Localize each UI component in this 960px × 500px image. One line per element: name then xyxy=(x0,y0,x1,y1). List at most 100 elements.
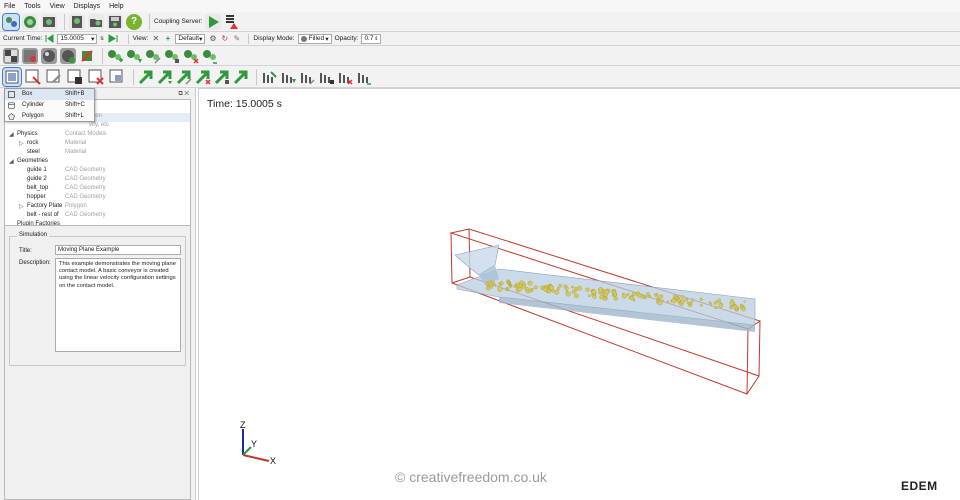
x-axis-label: X xyxy=(270,456,276,466)
edit-factory-button[interactable] xyxy=(176,68,192,85)
sphere-add-button[interactable] xyxy=(60,47,76,64)
copy-factory-button[interactable] xyxy=(214,68,230,85)
tree-row-rock[interactable]: ▷ rock Material xyxy=(5,140,190,149)
creator-mode-button[interactable] xyxy=(2,12,20,31)
tree-row-guide-2[interactable]: guide 2 CAD Geometry xyxy=(5,176,190,185)
simulator-mode-button[interactable] xyxy=(22,13,38,30)
particle xyxy=(666,300,670,304)
box-geometry-icon xyxy=(5,70,19,83)
particle-copy-button[interactable] xyxy=(164,47,180,64)
edit-view-button[interactable]: ✎ xyxy=(232,34,241,43)
coupling-status-button[interactable] xyxy=(224,13,241,30)
coupling-server-label: Coupling Server: xyxy=(154,18,203,25)
title-field[interactable]: Moving Plane Example xyxy=(55,245,181,255)
display-mode-select[interactable]: Filled ▾ xyxy=(297,33,332,44)
particle-edit-button[interactable] xyxy=(145,47,161,64)
copy-geometry-button[interactable] xyxy=(66,67,84,86)
particle xyxy=(735,307,739,311)
tree-row-physics[interactable]: ◢ Physics Contact Models xyxy=(5,131,190,140)
delete-geometry-button[interactable] xyxy=(87,67,105,86)
tree-row-partial[interactable]: vity, etc xyxy=(5,122,190,131)
add-plugin-button[interactable] xyxy=(261,68,277,85)
current-time-select[interactable]: 15.0005 ▾ xyxy=(57,33,98,44)
export-factory-button[interactable] xyxy=(233,68,249,85)
remove-view-button[interactable]: ✕ xyxy=(151,34,160,43)
save-file-button[interactable] xyxy=(107,13,123,30)
particle xyxy=(684,298,689,302)
menu-item-polygon[interactable]: Polygon Shift+L xyxy=(5,111,94,122)
add-factory-button[interactable] xyxy=(138,68,154,85)
help-button[interactable]: ? xyxy=(126,13,142,30)
tree-row-guide-1[interactable]: guide 1 CAD Geometry xyxy=(5,167,190,176)
start-coupling-button[interactable] xyxy=(205,13,222,30)
edit-plugin-button[interactable] xyxy=(299,68,315,85)
factory-toolbar xyxy=(0,66,960,88)
export-plugin-button[interactable] xyxy=(356,68,372,85)
edit-geometry-button[interactable] xyxy=(45,67,63,86)
view-select[interactable]: Default ▾ xyxy=(175,33,206,44)
current-time-value: 15.0005 xyxy=(60,35,84,42)
description-field[interactable]: This example demonstrates the moving pla… xyxy=(55,258,181,352)
particle xyxy=(648,295,652,299)
view-settings-button[interactable]: ⚙ xyxy=(208,34,217,43)
tree-row-factory-plate[interactable]: ▷ Factory Plate Polygon xyxy=(5,203,190,212)
tree-row-belt-rest[interactable]: belt - rest of CAD Geometry xyxy=(5,212,190,221)
particle xyxy=(509,284,513,288)
particle-add-button[interactable] xyxy=(107,47,123,64)
copy-plugin-button[interactable] xyxy=(318,68,334,85)
menu-file[interactable]: File xyxy=(4,3,15,10)
tree-row-belt-top[interactable]: belt_top CAD Geometry xyxy=(5,185,190,194)
pattern-button[interactable] xyxy=(79,47,95,64)
export-geometry-button[interactable] xyxy=(108,67,126,86)
geometry-toolbar xyxy=(0,46,960,66)
delete-plugin-button[interactable] xyxy=(337,68,353,85)
opacity-spinbox[interactable]: 0.7 ⇕ xyxy=(361,33,382,44)
sphere-geometry-button[interactable] xyxy=(41,47,57,64)
3d-viewport[interactable]: Time: 15.0005 s Z Y X © creativefreedom.… xyxy=(198,88,960,500)
menu-help[interactable]: Help xyxy=(109,3,123,10)
analyst-mode-button[interactable] xyxy=(41,13,57,30)
tree-row-hopper[interactable]: hopper CAD Geometry xyxy=(5,194,190,203)
particle xyxy=(680,299,685,304)
geometry-button[interactable] xyxy=(3,47,19,64)
menu-tools[interactable]: Tools xyxy=(24,3,40,10)
particle-import-button[interactable] xyxy=(126,47,142,64)
separator xyxy=(133,68,134,85)
view-label: View: xyxy=(132,35,149,42)
particle xyxy=(653,293,657,297)
time-up-down[interactable] xyxy=(107,34,121,43)
panel-dock-buttons[interactable]: ⧉ ✕ xyxy=(178,91,189,98)
import-geometry-button[interactable] xyxy=(24,67,42,86)
new-file-icon xyxy=(72,15,82,28)
folder-open-icon xyxy=(90,18,102,27)
open-file-button[interactable] xyxy=(88,13,104,30)
particle xyxy=(644,296,647,300)
edem-logo: EDEM xyxy=(901,479,938,493)
delete-factory-button[interactable] xyxy=(195,68,211,85)
y-axis-label: Y xyxy=(251,439,257,449)
tree-row-steel[interactable]: steel Material xyxy=(5,149,190,158)
add-geometry-dropdown-button[interactable] xyxy=(2,66,22,87)
arrow-up-right-icon xyxy=(138,70,153,84)
menu-item-box[interactable]: Box Shift+B xyxy=(5,89,94,100)
particle-export-button[interactable] xyxy=(202,47,218,64)
first-frame-button[interactable] xyxy=(45,34,54,43)
menu-displays[interactable]: Displays xyxy=(74,3,100,10)
particle xyxy=(486,283,490,287)
particle-delete-button[interactable] xyxy=(183,47,199,64)
plus-icon: + xyxy=(165,34,171,43)
import-plugin-button[interactable] xyxy=(280,68,296,85)
particle xyxy=(646,292,650,296)
tree-row-geometries[interactable]: ◢ Geometries xyxy=(5,158,190,167)
reset-view-button[interactable]: ↻ xyxy=(220,34,229,43)
new-file-button[interactable] xyxy=(69,13,85,30)
tree-row-type: CAD Geometry xyxy=(65,194,106,200)
sphere-icon xyxy=(300,35,307,42)
add-view-button[interactable]: + xyxy=(163,34,172,43)
menu-view[interactable]: View xyxy=(50,3,65,10)
analyst-icon xyxy=(43,16,55,27)
menu-item-cylinder[interactable]: Cylinder Shift+C xyxy=(5,100,94,111)
tree-row-type: Polygon xyxy=(65,203,87,209)
particle-geometry-button[interactable] xyxy=(22,47,38,64)
import-factory-button[interactable] xyxy=(157,68,173,85)
